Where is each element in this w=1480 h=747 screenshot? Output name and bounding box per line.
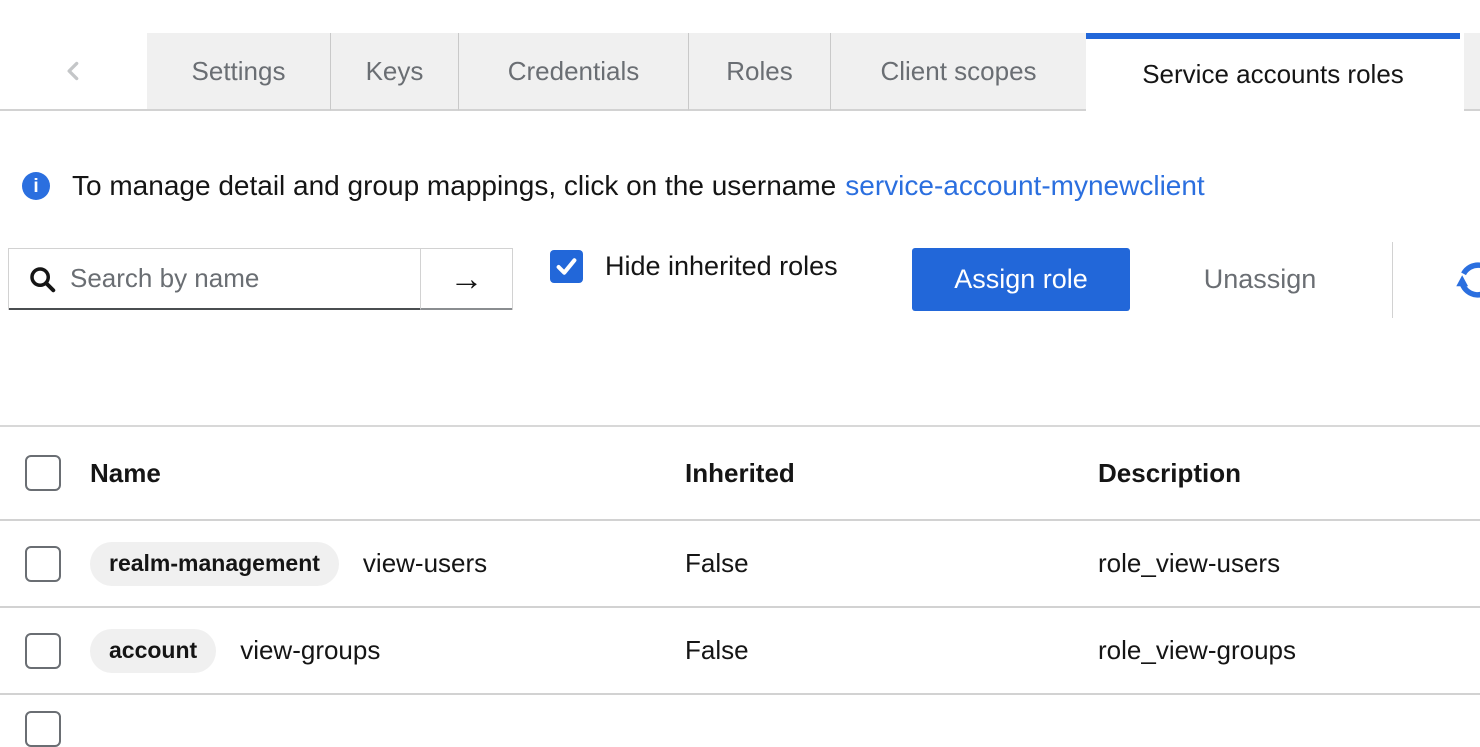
tab-label: Client scopes bbox=[880, 56, 1036, 87]
search-submit-button[interactable]: → bbox=[420, 249, 512, 310]
name-cell: account view-groups bbox=[90, 608, 380, 693]
info-icon: i bbox=[22, 172, 50, 200]
tab-label: Credentials bbox=[508, 56, 640, 87]
chevron-left-icon bbox=[61, 58, 87, 84]
hide-inherited-roles-label: Hide inherited roles bbox=[605, 251, 838, 282]
search-input[interactable] bbox=[70, 263, 420, 294]
table-row: realm-management view-users False role_v… bbox=[0, 521, 1480, 608]
client-badge: realm-management bbox=[90, 542, 339, 586]
tab-roles[interactable]: Roles bbox=[688, 33, 830, 111]
tab-client-scopes[interactable]: Client scopes bbox=[830, 33, 1086, 111]
toolbar: → Hide inherited roles Assign role Unass… bbox=[0, 248, 1480, 312]
tab-credentials[interactable]: Credentials bbox=[458, 33, 688, 111]
refresh-button[interactable] bbox=[1456, 257, 1480, 303]
row-checkbox-cell bbox=[25, 608, 61, 693]
tab-label: Service accounts roles bbox=[1142, 59, 1404, 90]
table-header-row: Name Inherited Description bbox=[0, 425, 1480, 521]
unassign-button[interactable]: Unassign bbox=[1180, 248, 1340, 311]
table-row: account view-groups False role_view-grou… bbox=[0, 608, 1480, 695]
tab-keys[interactable]: Keys bbox=[330, 33, 458, 111]
name-cell: realm-management view-users bbox=[90, 521, 487, 606]
tab-bar: Settings Keys Credentials Roles Client s… bbox=[0, 33, 1480, 111]
row-checkbox[interactable] bbox=[25, 711, 61, 747]
row-checkbox[interactable] bbox=[25, 546, 61, 582]
search-icon bbox=[27, 264, 57, 294]
role-name: view-groups bbox=[240, 635, 380, 666]
role-name: view-users bbox=[363, 548, 487, 579]
row-checkbox[interactable] bbox=[25, 633, 61, 669]
column-header-inherited: Inherited bbox=[685, 427, 795, 519]
inherited-cell: False bbox=[685, 521, 749, 606]
column-header-name: Name bbox=[90, 427, 161, 519]
description-cell: role_view-users bbox=[1098, 521, 1280, 606]
tabs-scroll-left-button[interactable] bbox=[0, 33, 147, 111]
tab-settings[interactable]: Settings bbox=[147, 33, 330, 111]
roles-table: Name Inherited Description realm-managem… bbox=[0, 425, 1480, 735]
client-badge: account bbox=[90, 629, 216, 673]
tab-label: Settings bbox=[192, 56, 286, 87]
tab-label: Keys bbox=[366, 56, 424, 87]
hide-inherited-roles-checkbox[interactable] bbox=[550, 250, 583, 283]
column-header-description: Description bbox=[1098, 427, 1241, 519]
header-checkbox-cell bbox=[25, 427, 61, 519]
assign-role-button[interactable]: Assign role bbox=[912, 248, 1130, 311]
arrow-right-icon: → bbox=[450, 262, 484, 296]
table-row-partial bbox=[0, 695, 1480, 735]
search-group: → bbox=[8, 248, 513, 310]
tab-partial-next[interactable] bbox=[1464, 33, 1480, 111]
refresh-icon bbox=[1456, 258, 1480, 302]
search-input-wrap bbox=[9, 249, 420, 310]
info-alert: i To manage detail and group mappings, c… bbox=[22, 164, 1205, 208]
inherited-cell: False bbox=[685, 608, 749, 693]
tab-service-accounts-roles[interactable]: Service accounts roles bbox=[1086, 33, 1460, 111]
alert-text: To manage detail and group mappings, cli… bbox=[72, 170, 836, 202]
toolbar-divider bbox=[1392, 242, 1393, 318]
select-all-checkbox[interactable] bbox=[25, 455, 61, 491]
service-account-link[interactable]: service-account-mynewclient bbox=[845, 170, 1204, 202]
checkmark-icon bbox=[553, 253, 580, 280]
description-cell: role_view-groups bbox=[1098, 608, 1296, 693]
tab-label: Roles bbox=[726, 56, 792, 87]
hide-inherited-roles-group: Hide inherited roles bbox=[550, 249, 838, 283]
row-checkbox-cell bbox=[25, 521, 61, 606]
